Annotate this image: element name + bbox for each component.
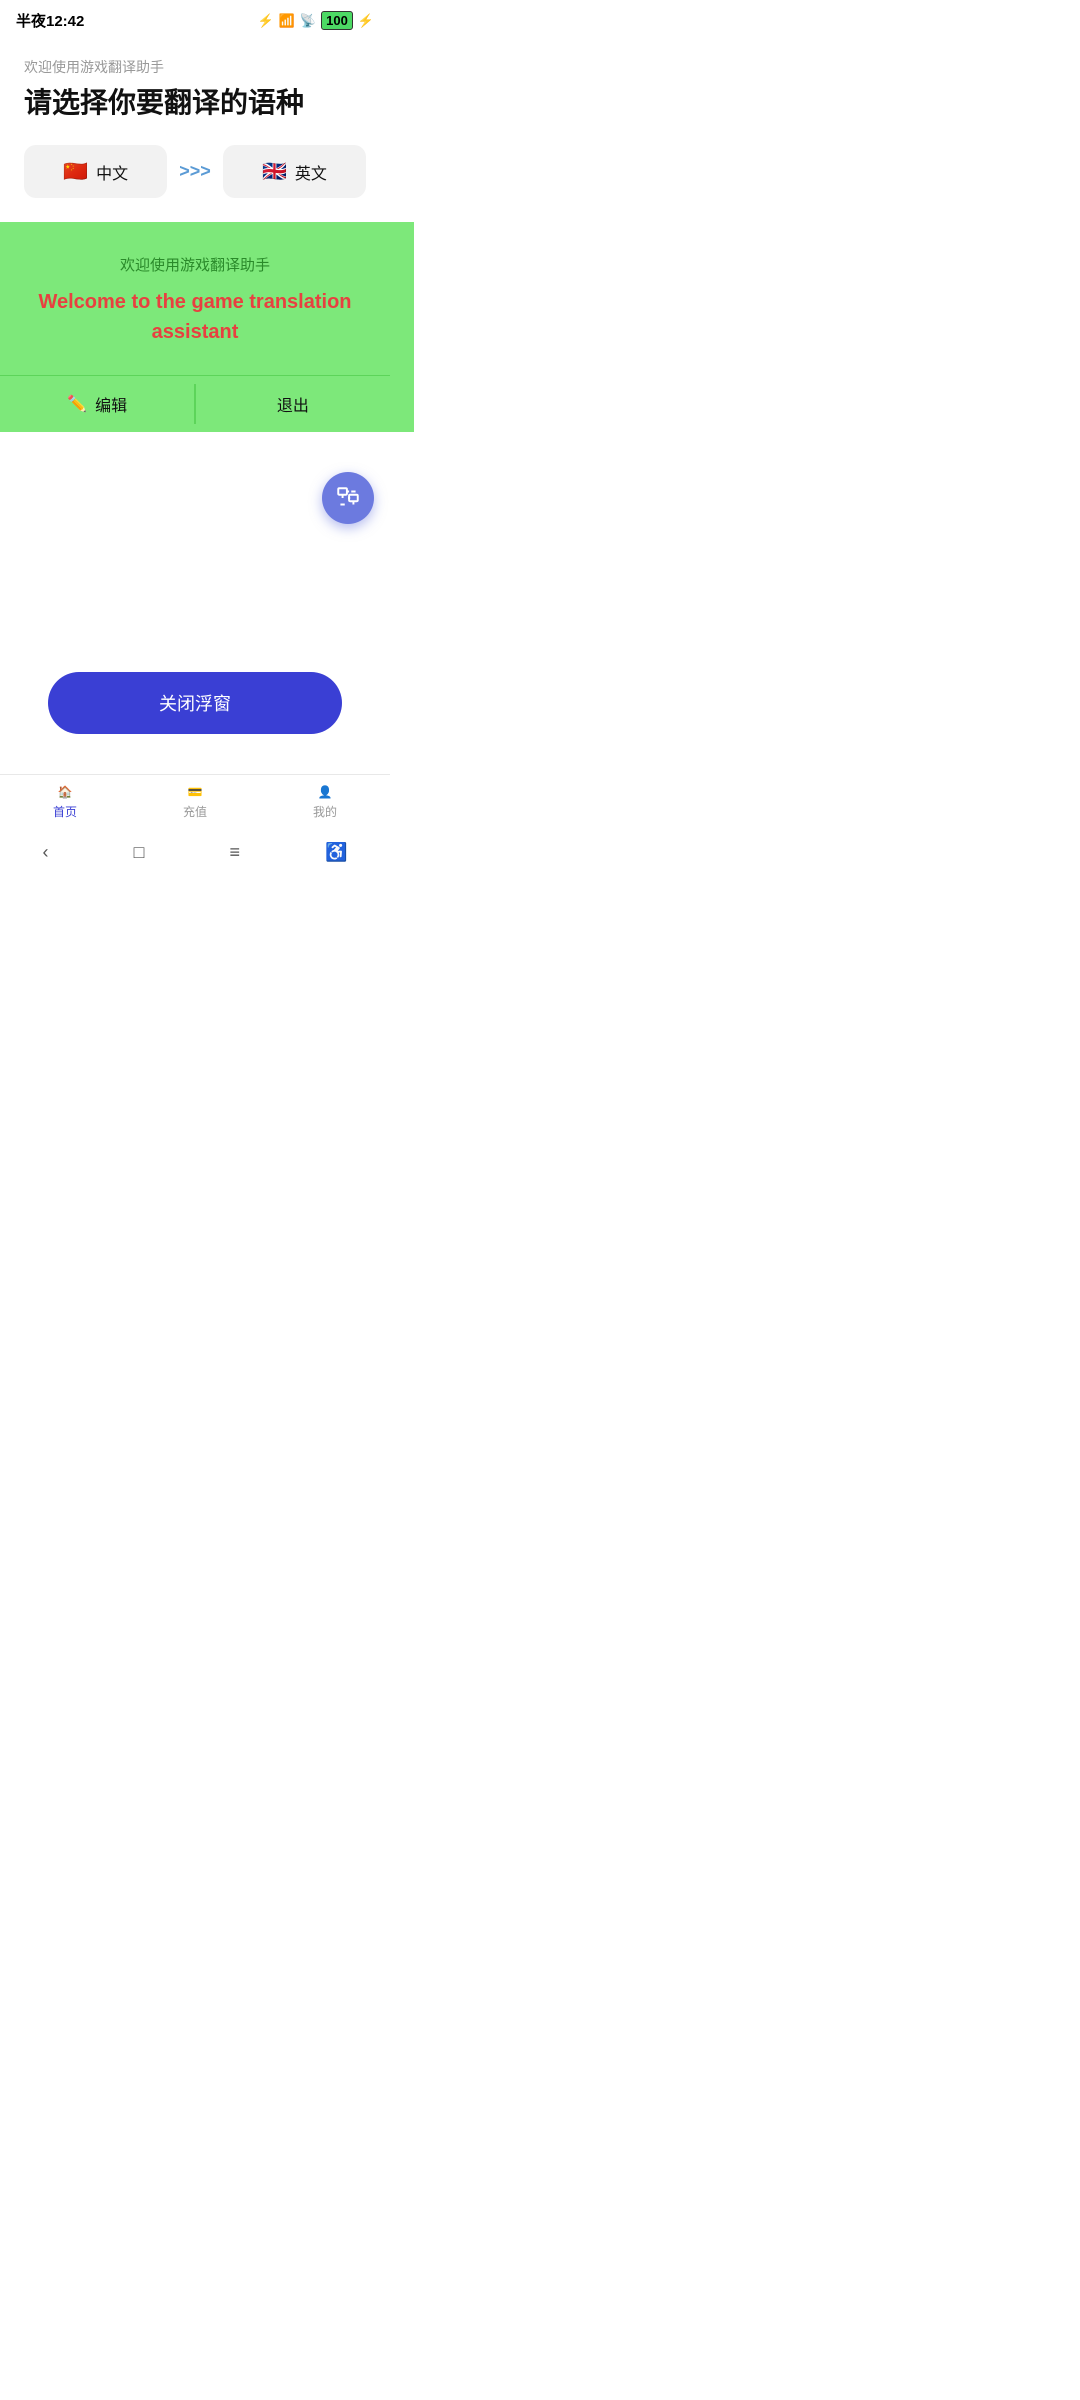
nav-mine-label: 我的 [313,803,337,820]
battery-indicator: 100 [321,11,353,30]
source-flag: 🇨🇳 [63,159,88,184]
nav-item-home[interactable]: 🏠 首页 [35,785,95,820]
language-arrow: >>> [167,161,223,182]
target-flag: 🇬🇧 [262,159,287,184]
source-label: 中文 [96,160,128,184]
language-selector: 🇨🇳 中文 >>> 🇬🇧 英文 [24,145,366,198]
home-button[interactable]: □ [118,838,161,867]
target-language-button[interactable]: 🇬🇧 英文 [223,145,366,198]
card-actions: ✏️ 编辑 退出 [0,375,390,432]
arrow-icon: >>> [179,161,211,182]
edit-label: 编辑 [95,392,127,416]
nav-item-recharge[interactable]: 💳 充值 [165,785,225,820]
recharge-icon: 💳 [188,785,203,799]
wifi-icon: 📡 [300,13,316,29]
page-title: 请选择你要翻译的语种 [24,85,366,121]
bluetooth-icon: ⚡ [258,13,274,29]
status-bar: 半夜12:42 ⚡ 📶 📡 100 ⚡ [0,0,390,37]
bottom-nav: 🏠 首页 💳 充值 👤 我的 [0,774,390,828]
translate-icon [335,485,361,511]
close-button-container: 关闭浮窗 [0,672,390,774]
accessibility-button[interactable]: ♿ [309,838,363,867]
page-subtitle: 欢迎使用游戏翻译助手 [24,57,366,77]
source-language-button[interactable]: 🇨🇳 中文 [24,145,167,198]
edit-button[interactable]: ✏️ 编辑 [0,376,194,432]
main-content: 欢迎使用游戏翻译助手 请选择你要翻译的语种 🇨🇳 中文 >>> 🇬🇧 英文 [0,37,390,222]
status-icons: ⚡ 📶 📡 100 ⚡ [258,11,374,30]
home-icon: 🏠 [58,785,73,799]
white-area [0,432,390,672]
signal-icon: 📶 [279,13,295,29]
card-main-text: Welcome to the game translation assistan… [0,287,390,347]
system-nav-bar: ‹ □ ≡ ♿ [0,828,390,881]
nav-home-label: 首页 [53,803,77,820]
menu-button[interactable]: ≡ [213,838,256,867]
edit-icon: ✏️ [67,394,87,414]
close-float-button[interactable]: 关闭浮窗 [48,672,342,734]
translation-card: 欢迎使用游戏翻译助手 Welcome to the game translati… [0,222,414,432]
back-button[interactable]: ‹ [27,838,65,867]
target-label: 英文 [295,160,327,184]
floating-action-button[interactable] [322,472,374,524]
charging-icon: ⚡ [358,13,374,29]
card-subtitle: 欢迎使用游戏翻译助手 [0,254,390,275]
nav-item-mine[interactable]: 👤 我的 [295,785,355,820]
exit-button[interactable]: 退出 [196,376,390,432]
profile-icon: 👤 [318,785,333,799]
status-time: 半夜12:42 [16,10,84,31]
exit-label: 退出 [277,392,309,416]
nav-recharge-label: 充值 [183,803,207,820]
